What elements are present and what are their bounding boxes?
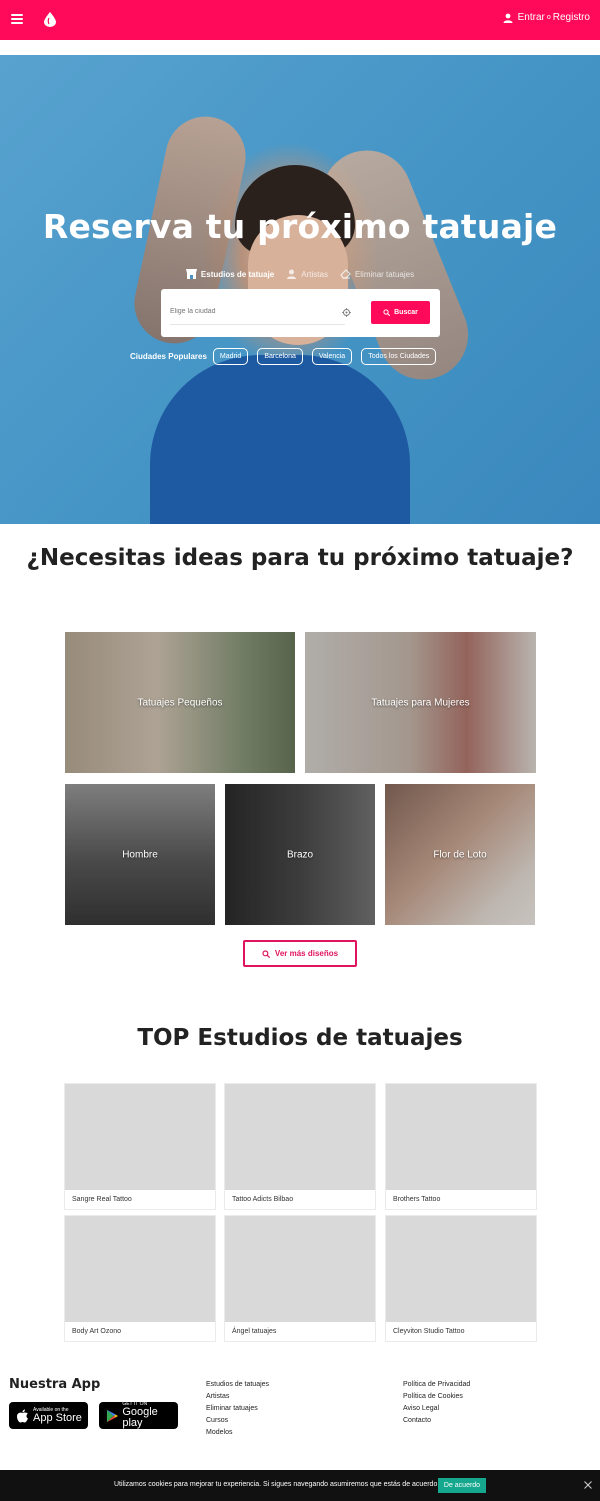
studio-name: Tattoo Adicts Bilbao <box>232 1196 294 1203</box>
idea-tile-label: Tatuajes Pequeños <box>137 697 223 708</box>
idea-tile-label: Brazo <box>286 849 314 860</box>
app-store-big-text: App Store <box>33 1411 82 1424</box>
search-button-label: Buscar <box>394 309 418 316</box>
city-chip-madrid[interactable]: Madrid <box>212 348 249 365</box>
city-input[interactable] <box>170 301 350 321</box>
cookie-banner: Utilizamos cookies para mejorar tu exper… <box>0 1470 600 1501</box>
hamburger-menu-icon[interactable] <box>11 14 23 24</box>
footer-link-removal[interactable]: Eliminar tatuajes <box>206 1403 269 1415</box>
search-box: Buscar <box>161 289 440 337</box>
tab-artists[interactable]: Artistas <box>286 269 328 279</box>
login-register-link[interactable]: Entrar o Registro <box>503 12 590 23</box>
google-play-big-text: Google play <box>122 1406 158 1429</box>
footer-link-artists[interactable]: Artistas <box>206 1391 269 1403</box>
search-icon <box>383 309 391 316</box>
studio-name: Cleyviton Studio Tattoo <box>393 1328 465 1335</box>
footer-link-legal[interactable]: Aviso Legal <box>403 1403 470 1415</box>
studio-name: Body Art Ozono <box>72 1328 122 1335</box>
close-icon[interactable] <box>584 1481 592 1489</box>
footer-link-courses[interactable]: Cursos <box>206 1415 269 1427</box>
footer-link-privacy[interactable]: Política de Privacidad <box>403 1379 470 1391</box>
hero-photo-shirt <box>150 355 410 524</box>
footer-link-cookies[interactable]: Política de Cookies <box>403 1391 470 1403</box>
search-button[interactable]: Buscar <box>371 301 430 324</box>
user-icon <box>503 13 513 23</box>
idea-tile-women[interactable]: Tatuajes para Mujeres <box>305 632 536 773</box>
register-label[interactable]: Registro <box>553 12 590 23</box>
footer-link-models[interactable]: Modelos <box>206 1427 269 1439</box>
studio-card[interactable]: Body Art Ozono <box>64 1215 216 1342</box>
studio-image-placeholder <box>65 1084 215 1190</box>
studio-card[interactable]: Cleyviton Studio Tattoo <box>385 1215 537 1342</box>
search-icon <box>262 949 270 958</box>
more-designs-button[interactable]: Ver más diseños <box>243 940 357 967</box>
google-play-badge[interactable]: GET IT ON Google play <box>99 1402 178 1429</box>
login-label[interactable]: Entrar <box>518 12 545 23</box>
drop-logo-icon[interactable] <box>44 12 56 27</box>
locate-icon[interactable] <box>342 308 351 317</box>
studio-card[interactable]: Sangre Real Tattoo <box>64 1083 216 1210</box>
tab-removal-label: Eliminar tatuajes <box>354 269 415 279</box>
idea-tile-label: Tatuajes para Mujeres <box>371 697 470 708</box>
more-designs-label: Ver más diseños <box>274 949 339 958</box>
studio-name: Ángel tatuajes <box>232 1328 277 1335</box>
tab-artists-label: Artistas <box>301 269 328 279</box>
apple-icon <box>17 1409 28 1422</box>
footer-legal-column: Política de Privacidad Política de Cooki… <box>403 1379 470 1427</box>
studio-card[interactable]: Ángel tatuajes <box>224 1215 376 1342</box>
popular-cities-label: Ciudades Populares <box>130 352 207 361</box>
city-chip-all[interactable]: Todos los Ciudades <box>361 348 437 365</box>
footer-link-contact[interactable]: Contacto <box>403 1415 470 1427</box>
idea-tile-men[interactable]: Hombre <box>65 784 215 925</box>
studio-image-placeholder <box>225 1216 375 1322</box>
footer-links-column: Estudios de tatuajes Artistas Eliminar t… <box>206 1379 269 1439</box>
top-navbar: Entrar o Registro <box>0 0 600 40</box>
idea-tile-label: Hombre <box>122 849 158 860</box>
hero-banner: Reserva tu próximo tatuaje Estudios de t… <box>0 55 600 524</box>
top-studios-title: TOP Estudios de tatuajes <box>137 1025 463 1051</box>
studio-image-placeholder <box>386 1216 536 1322</box>
city-chip-barcelona[interactable]: Barcelona <box>257 348 303 365</box>
cookie-accept-button[interactable]: De acuerdo <box>438 1478 486 1493</box>
studio-image-placeholder <box>386 1084 536 1190</box>
studio-card[interactable]: Tattoo Adicts Bilbao <box>224 1083 376 1210</box>
popular-cities: Ciudades Populares Madrid Barcelona Vale… <box>130 348 445 365</box>
idea-tile-arm[interactable]: Brazo <box>225 784 375 925</box>
tab-studios-label: Estudios de tatuaje <box>200 269 275 279</box>
google-play-icon <box>106 1409 118 1422</box>
login-separator: o <box>546 14 551 21</box>
input-underline <box>170 324 345 325</box>
studio-image-placeholder <box>225 1084 375 1190</box>
footer-link-studios[interactable]: Estudios de tatuajes <box>206 1379 269 1391</box>
city-chip-valencia[interactable]: Valencia <box>311 348 353 365</box>
studio-card[interactable]: Brothers Tattoo <box>385 1083 537 1210</box>
tab-removal[interactable]: Eliminar tatuajes <box>340 269 414 279</box>
search-type-tabs: Estudios de tatuaje Artistas Eliminar ta… <box>0 269 600 279</box>
storefront-icon <box>185 269 197 279</box>
studio-name: Brothers Tattoo <box>393 1196 441 1203</box>
eraser-icon <box>340 269 351 279</box>
hero-title: Reserva tu próximo tatuaje <box>42 207 558 246</box>
studio-name: Sangre Real Tattoo <box>72 1196 132 1203</box>
idea-tile-small-tattoos[interactable]: Tatuajes Pequeños <box>65 632 295 773</box>
idea-tile-lotus[interactable]: Flor de Loto <box>385 784 535 925</box>
tab-studios[interactable]: Estudios de tatuaje <box>185 269 275 279</box>
app-store-badge[interactable]: Available on the App Store <box>9 1402 88 1429</box>
app-section-title: Nuestra App <box>9 1377 101 1392</box>
person-icon <box>287 269 297 279</box>
idea-tile-label: Flor de Loto <box>433 849 487 860</box>
studio-image-placeholder <box>65 1216 215 1322</box>
cookie-text: Utilizamos cookies para mejorar tu exper… <box>114 1481 440 1488</box>
ideas-section-title: ¿Necesitas ideas para tu próximo tatuaje… <box>26 545 574 571</box>
